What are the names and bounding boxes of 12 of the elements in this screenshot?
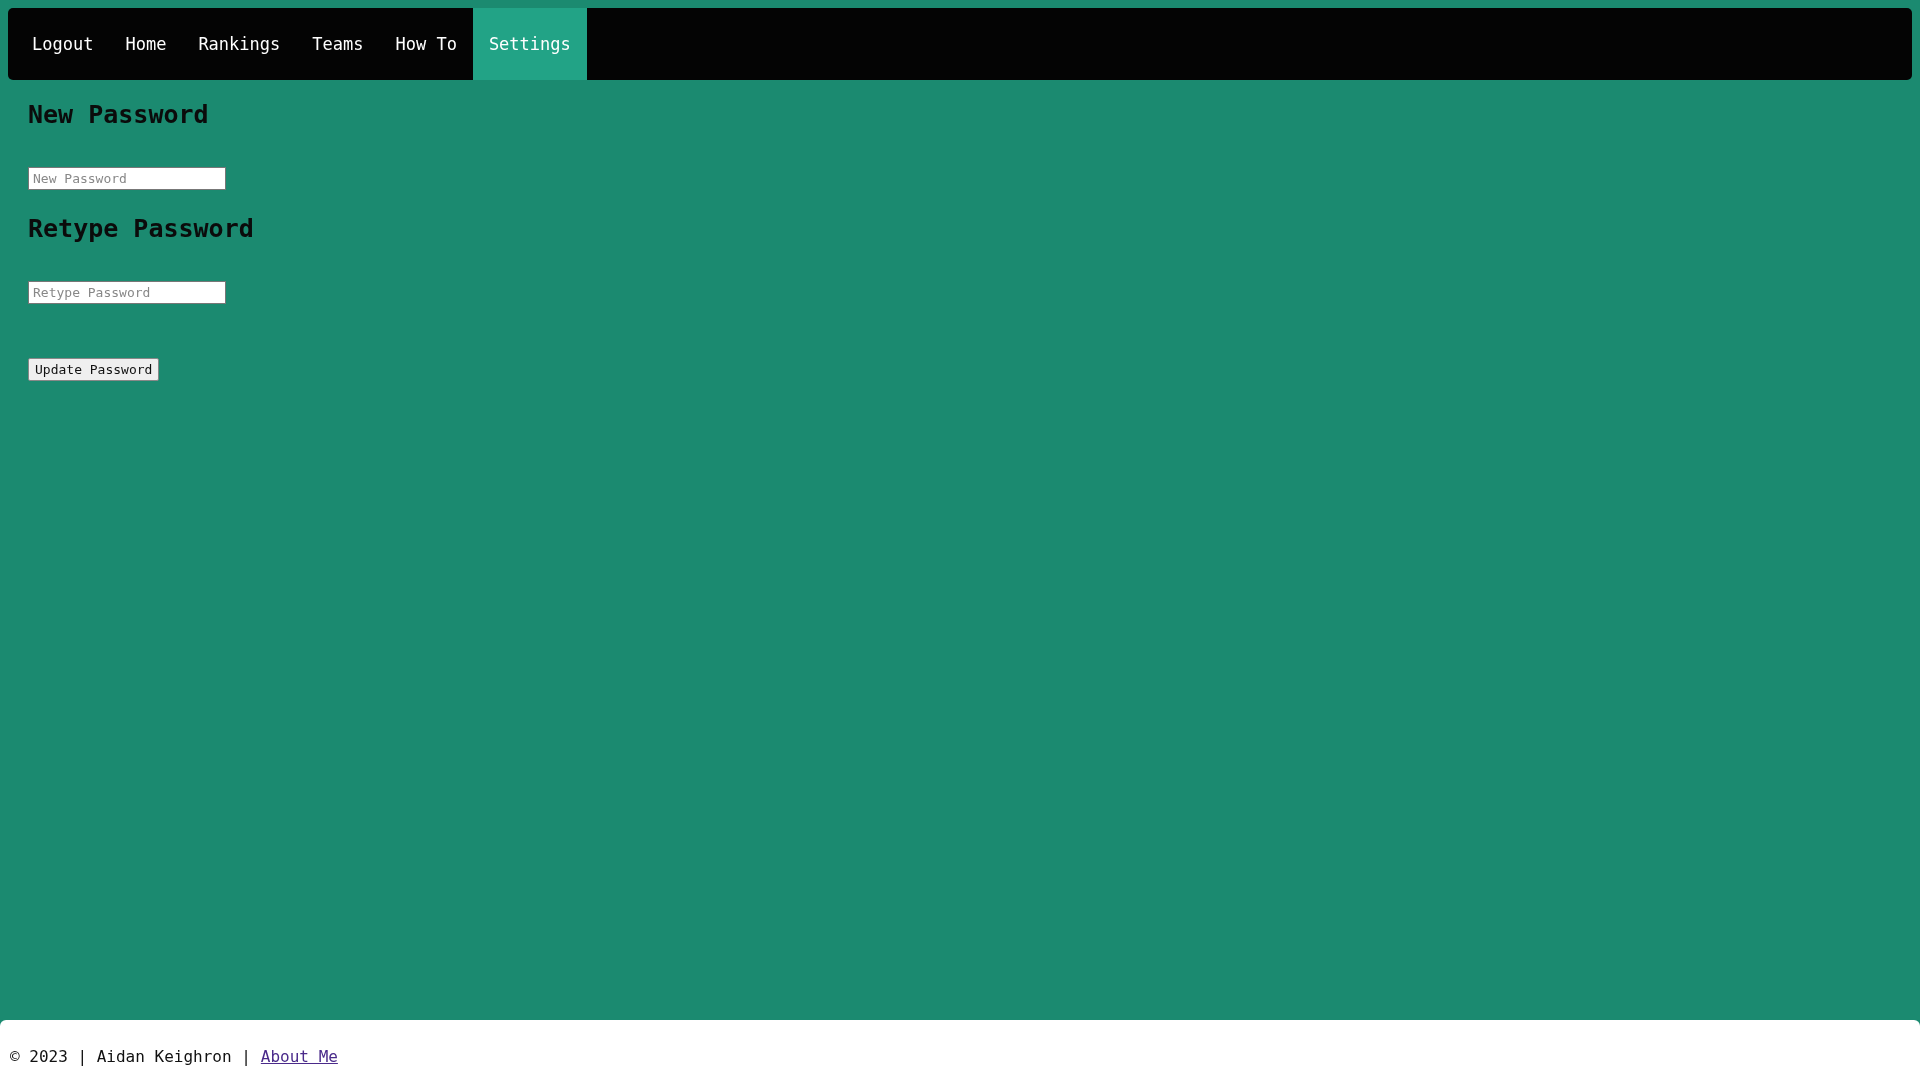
nav-tab[interactable]: Logout — [16, 8, 110, 80]
nav-tab[interactable]: Home — [109, 8, 183, 80]
password-field[interactable]: New Password — [28, 167, 226, 190]
nav-tab[interactable]: Rankings — [182, 8, 297, 80]
nav-tab[interactable]: Teams — [296, 8, 380, 80]
section-heading: New Password — [28, 99, 210, 131]
update-password-button[interactable]: Update Password — [28, 358, 160, 381]
footer-text: © 2023 | Aidan Keighron | — [10, 1046, 251, 1066]
password-field[interactable]: Retype Password — [28, 281, 226, 304]
nav-tab[interactable]: How To — [379, 8, 473, 80]
section-heading: Retype Password — [28, 213, 255, 245]
about-link[interactable]: About Me — [260, 1046, 338, 1066]
